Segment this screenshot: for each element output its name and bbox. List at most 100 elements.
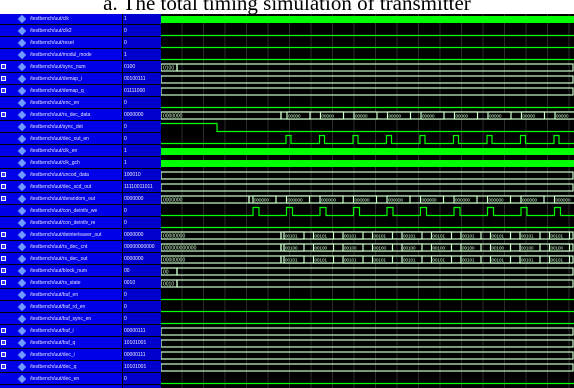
bus-value-label: 00000 xyxy=(422,114,435,119)
row-separator xyxy=(0,384,122,385)
row-separator xyxy=(0,24,122,25)
expand-plus-icon[interactable] xyxy=(1,184,6,189)
row-separator xyxy=(0,72,122,73)
expand-plus-icon[interactable] xyxy=(1,196,6,201)
row-separator xyxy=(0,228,122,229)
signal-value: 1 xyxy=(124,148,127,154)
bus-value-label: 00000 xyxy=(355,114,368,119)
signal-diamond-icon xyxy=(17,254,27,264)
row-separator xyxy=(0,84,122,85)
signal-value: 00000111 xyxy=(124,328,146,334)
expand-plus-icon[interactable] xyxy=(1,340,6,345)
signal-diamond-icon xyxy=(17,314,27,324)
bus-value-label: 000000 xyxy=(321,198,337,203)
signal-value: 01111000 xyxy=(124,88,146,94)
signal-value: 0 xyxy=(124,220,127,226)
expand-plus-icon[interactable] xyxy=(1,364,6,369)
expand-plus-icon[interactable] xyxy=(1,112,6,117)
waveform-pane[interactable]: 01000000000 00000 00000 00000 00000 00000 0000… xyxy=(161,14,574,388)
row-separator xyxy=(0,312,122,313)
bus-value-label: 00100 xyxy=(462,246,475,251)
expand-plus-icon[interactable] xyxy=(1,352,6,357)
row-separator xyxy=(123,156,161,157)
waveform-trace xyxy=(161,363,574,372)
bus-value-label: 00101 xyxy=(492,234,505,239)
signal-icons xyxy=(0,194,30,204)
row-separator xyxy=(123,36,161,37)
bus-value-label: 00000000 xyxy=(163,234,185,240)
expand-plus-icon[interactable] xyxy=(1,88,6,93)
waveform-trace xyxy=(161,75,574,84)
signal-value: 0010 xyxy=(124,280,136,286)
bus-value-label: 00101 xyxy=(462,234,475,239)
signal-diamond-icon xyxy=(17,158,27,168)
row-separator xyxy=(0,204,122,205)
bus-value-label: 00000 xyxy=(288,114,301,119)
bus-value-label: 000000 xyxy=(254,198,270,203)
signal-icons xyxy=(0,110,30,120)
signal-value: 0 xyxy=(124,28,127,34)
signal-value: 0000000 xyxy=(124,112,144,118)
row-separator xyxy=(0,120,122,121)
waveform-trace xyxy=(161,183,574,192)
bus-value-label: 000000 xyxy=(522,198,538,203)
signal-diamond-icon xyxy=(17,218,27,228)
bus-value-label: 00100 xyxy=(433,246,446,251)
row-separator xyxy=(0,324,122,325)
row-separator xyxy=(123,192,161,193)
expand-plus-icon[interactable] xyxy=(1,328,6,333)
signal-diamond-icon xyxy=(17,242,27,252)
signal-icons xyxy=(0,230,30,240)
waveform-trace xyxy=(161,339,574,348)
expand-plus-icon[interactable] xyxy=(1,76,6,81)
signal-diamond-icon xyxy=(17,86,27,96)
bus-value-label: 00101 xyxy=(374,258,387,263)
row-separator xyxy=(123,84,161,85)
expand-plus-icon[interactable] xyxy=(1,232,6,237)
logic-pulse-line xyxy=(161,206,574,217)
signal-names-pane: /testbench/uut/clk/testbench/uut/clk2/te… xyxy=(0,14,122,388)
bus-value-label: 0100 xyxy=(163,66,174,72)
bus-value-label: 000000 xyxy=(288,198,304,203)
bus-value-label: 00101 xyxy=(433,258,446,263)
signal-icons xyxy=(0,26,30,36)
row-separator xyxy=(123,276,161,277)
row-separator xyxy=(123,240,161,241)
expand-plus-icon[interactable] xyxy=(1,268,6,273)
bus-value-label: 00101 xyxy=(462,258,475,263)
signal-value: 0 xyxy=(124,376,127,382)
row-separator xyxy=(0,372,122,373)
bus-value-label: 0010 xyxy=(163,282,174,288)
signal-icons xyxy=(0,338,30,348)
expand-plus-icon[interactable] xyxy=(1,64,6,69)
waveform-trace xyxy=(161,351,574,360)
signal-diamond-icon xyxy=(17,62,27,72)
signal-value: 0 xyxy=(124,40,127,46)
bus-value-label: 00101 xyxy=(521,258,534,263)
row-separator xyxy=(123,372,161,373)
waveform-trace xyxy=(161,87,574,96)
signal-icons xyxy=(0,50,30,60)
row-separator xyxy=(123,384,161,385)
signal-diamond-icon xyxy=(17,374,27,384)
bus-segment xyxy=(161,183,574,192)
signal-diamond-icon xyxy=(17,38,27,48)
expand-plus-icon[interactable] xyxy=(1,256,6,261)
row-separator xyxy=(0,252,122,253)
expand-plus-icon[interactable] xyxy=(1,280,6,285)
row-separator xyxy=(0,360,122,361)
signal-value: 0 xyxy=(124,100,127,106)
waveform-trace: 0000000000000000000000000000000000000000… xyxy=(161,195,574,204)
expand-plus-icon[interactable] xyxy=(1,172,6,177)
signal-diamond-icon xyxy=(17,302,27,312)
signal-icons xyxy=(0,254,30,264)
expand-plus-icon[interactable] xyxy=(1,244,6,249)
waveform-trace: 0010 xyxy=(161,279,574,288)
bus-value-label: 000000 xyxy=(489,198,505,203)
signal-diamond-icon xyxy=(17,110,27,120)
signal-icons xyxy=(0,290,30,300)
signal-icons xyxy=(0,266,30,276)
signal-diamond-icon xyxy=(17,266,27,276)
bus-segment xyxy=(161,351,574,360)
waveform-trace: 0000000000000000000000000000000000000000… xyxy=(161,111,574,120)
